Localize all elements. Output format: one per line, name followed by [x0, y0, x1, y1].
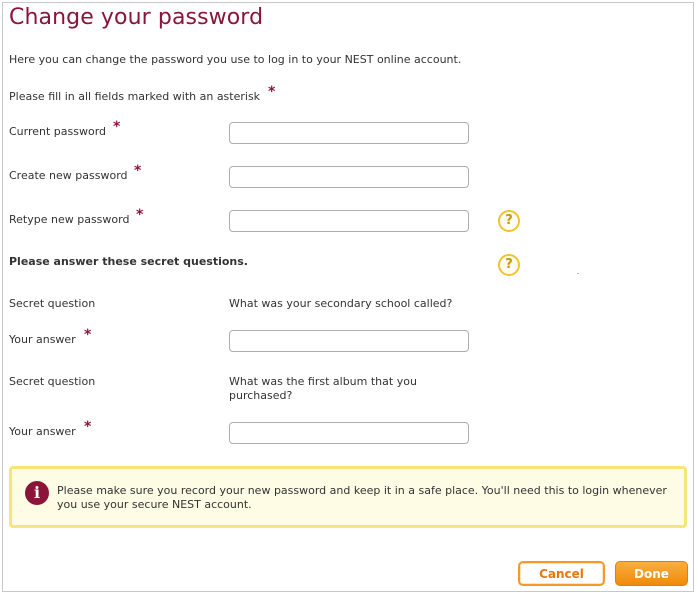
- retype-password-label: Retype new password: [9, 213, 130, 226]
- new-password-input[interactable]: [229, 166, 469, 188]
- answer-2-label: Your answer: [9, 425, 76, 438]
- secret-question-2-label: Secret question: [9, 375, 96, 388]
- secret-question-2-text-line2: purchased?: [229, 389, 293, 402]
- answer-1-input[interactable]: [229, 330, 469, 352]
- required-asterisk: *: [84, 419, 92, 435]
- required-asterisk: *: [134, 163, 142, 179]
- new-password-label: Create new password: [9, 169, 128, 182]
- page-title: Change your password: [9, 5, 264, 30]
- password-help-icon[interactable]: ?: [498, 210, 520, 232]
- safety-notice: i Please make sure you record your new p…: [9, 466, 687, 528]
- required-asterisk: *: [84, 327, 92, 343]
- required-note: Please fill in all fields marked with an…: [9, 90, 261, 103]
- current-password-input[interactable]: [229, 122, 469, 144]
- current-password-label: Current password: [9, 125, 107, 138]
- cancel-button[interactable]: Cancel: [518, 561, 605, 586]
- secret-questions-help-icon[interactable]: ?: [498, 254, 520, 276]
- secret-question-1-label: Secret question: [9, 297, 96, 310]
- required-asterisk: *: [136, 207, 144, 223]
- secret-question-1-text: What was your secondary school called?: [229, 297, 453, 310]
- required-asterisk: *: [113, 119, 121, 135]
- done-button[interactable]: Done: [615, 561, 688, 586]
- intro-text: Here you can change the password you use…: [9, 53, 462, 66]
- secret-question-2-text-line1: What was the first album that you: [229, 375, 417, 388]
- required-asterisk: *: [268, 84, 276, 100]
- notice-text: Please make sure you record your new pas…: [57, 484, 667, 511]
- divider-dot: [577, 273, 579, 274]
- answer-2-input[interactable]: [229, 422, 469, 444]
- info-icon: i: [25, 481, 49, 505]
- retype-password-input[interactable]: [229, 210, 469, 232]
- answer-1-label: Your answer: [9, 333, 76, 346]
- secret-questions-heading: Please answer these secret questions.: [9, 255, 248, 268]
